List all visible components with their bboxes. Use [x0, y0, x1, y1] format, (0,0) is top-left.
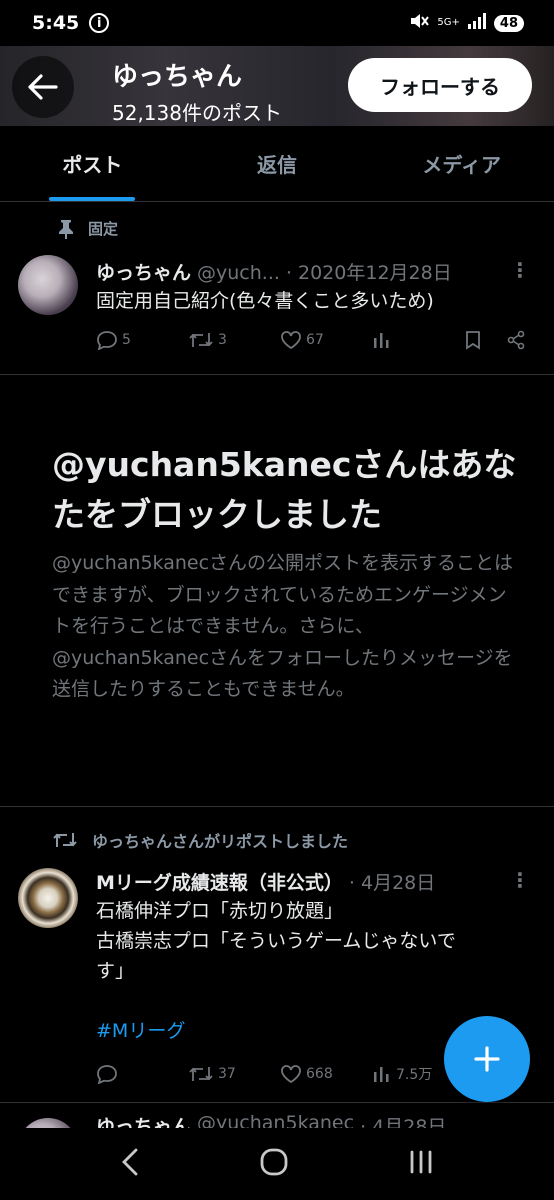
- arrow-left-icon: [28, 74, 58, 100]
- author-name[interactable]: ゆっちゃん: [96, 258, 191, 285]
- share-icon: [507, 330, 525, 350]
- divider: [0, 806, 554, 807]
- tweet-text: 固定用自己紹介(色々書くこと多いため): [96, 290, 434, 312]
- repost-button[interactable]: 3: [188, 330, 280, 350]
- tweet-text-line: す」: [96, 960, 135, 982]
- reply-button[interactable]: [96, 1064, 188, 1084]
- reply-icon: [97, 331, 117, 350]
- repost-label[interactable]: ゆっちゃんさんがリポストしました: [92, 828, 348, 852]
- tweet-text-line: 古橋崇志プロ「そういうゲームじゃないで: [96, 930, 456, 952]
- system-nav-bar: [0, 1128, 554, 1200]
- block-notice-title: @yuchan5kanecさんはあなたをブロックしました: [52, 445, 517, 534]
- status-bar: 5:45 i 5G+ 48: [0, 0, 554, 46]
- tab-replies[interactable]: 返信: [185, 126, 370, 201]
- post-count: 52,138件のポスト: [112, 101, 282, 125]
- analytics-icon: [374, 1067, 389, 1082]
- mute-icon: [409, 12, 430, 34]
- battery-indicator: 48: [493, 14, 524, 32]
- info-icon: i: [89, 13, 110, 33]
- block-notice-description: @yuchan5kanecさんの公開ポストを表示することはできますが、ブロックさ…: [52, 552, 514, 700]
- profile-tabs: ポスト 返信 メディア: [0, 126, 554, 202]
- recents-nav-icon[interactable]: [408, 1149, 434, 1179]
- tab-media[interactable]: メディア: [369, 126, 554, 201]
- status-time: 5:45: [32, 12, 80, 34]
- divider: [0, 374, 554, 375]
- compose-button[interactable]: [444, 1016, 530, 1102]
- views-button[interactable]: [372, 330, 464, 350]
- like-count: 67: [306, 332, 324, 348]
- repost-icon: [189, 333, 213, 347]
- profile-name: ゆっちゃん: [112, 62, 243, 92]
- repost-indicator: ゆっちゃんさんがリポストしました: [52, 828, 348, 852]
- heart-icon: [281, 331, 301, 350]
- like-button[interactable]: 67: [280, 330, 372, 350]
- header-title: ゆっちゃん 52,138件のポスト: [112, 56, 282, 126]
- divider: [0, 1102, 554, 1103]
- avatar[interactable]: [18, 868, 78, 928]
- bookmark-icon: [466, 331, 480, 350]
- pin-icon: [59, 219, 73, 239]
- repost-count: 3: [218, 332, 227, 348]
- reply-button[interactable]: 5: [96, 330, 188, 350]
- back-nav-icon[interactable]: [120, 1147, 140, 1181]
- author-handle[interactable]: @yuch...: [197, 262, 280, 284]
- tweet-text-line: 石橋伸洋プロ「赤切り放題」: [96, 900, 344, 922]
- reply-count: 5: [122, 332, 131, 348]
- plus-icon: [474, 1046, 500, 1072]
- tab-posts[interactable]: ポスト: [0, 126, 185, 201]
- follow-button[interactable]: フォローする: [348, 58, 532, 112]
- profile-header: ゆっちゃん 52,138件のポスト フォローする: [0, 46, 554, 126]
- like-count: 668: [306, 1066, 333, 1082]
- author-name[interactable]: Mリーグ成績速報（非公式）: [96, 868, 343, 895]
- tweet-header: ゆっちゃん @yuch... · 2020年12月28日: [96, 258, 452, 285]
- signal-icon: [467, 13, 486, 33]
- tweet-date[interactable]: · 4月28日: [349, 868, 435, 895]
- heart-icon: [281, 1065, 301, 1084]
- share-button[interactable]: [506, 330, 530, 350]
- more-options-icon[interactable]: ⋮: [510, 258, 530, 282]
- analytics-icon: [374, 333, 389, 348]
- tweet-header: Mリーグ成績速報（非公式） · 4月28日: [96, 868, 435, 895]
- pinned-indicator: 固定: [58, 218, 118, 239]
- like-button[interactable]: 668: [280, 1064, 372, 1084]
- tweet-date[interactable]: · 2020年12月28日: [286, 258, 452, 285]
- repost-count: 37: [218, 1066, 236, 1082]
- back-button[interactable]: [12, 56, 74, 118]
- view-count: 7.5万: [396, 1067, 433, 1083]
- tweet-actions: 5 3 67: [96, 330, 532, 350]
- repost-icon: [189, 1067, 213, 1081]
- network-type: 5G+: [437, 17, 460, 28]
- pinned-label: 固定: [88, 220, 119, 238]
- reply-icon: [97, 1065, 117, 1084]
- repost-icon: [53, 833, 77, 847]
- more-options-icon[interactable]: ⋮: [510, 868, 530, 892]
- repost-button[interactable]: 37: [188, 1064, 280, 1084]
- bookmark-button[interactable]: [464, 330, 506, 350]
- home-nav-icon[interactable]: [259, 1147, 289, 1181]
- avatar[interactable]: [18, 255, 78, 315]
